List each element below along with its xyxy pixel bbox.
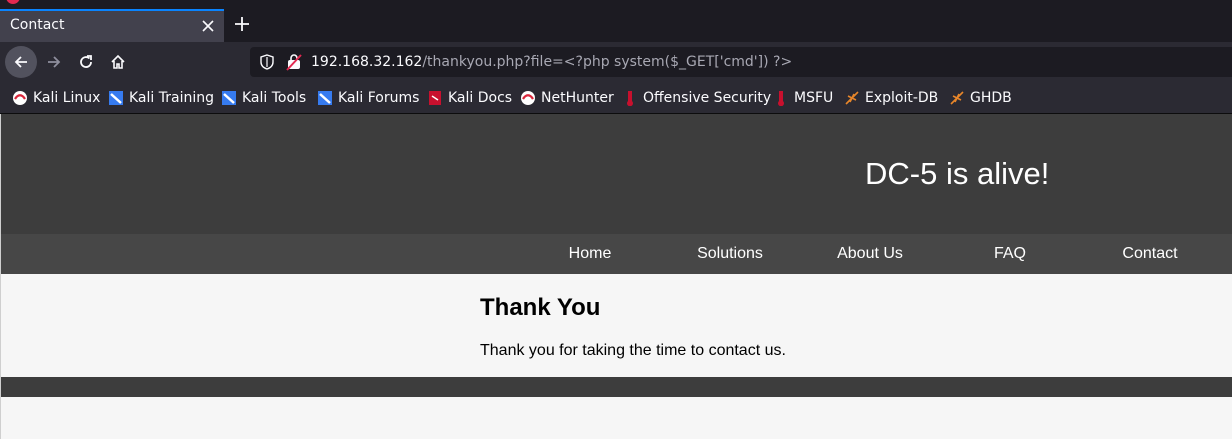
ghdb-icon bbox=[950, 91, 964, 105]
bookmark-label: Offensive Security bbox=[643, 90, 772, 106]
site-header: DC-5 is alive! bbox=[0, 114, 1232, 234]
bookmark-offensive-security[interactable]: Offensive Security bbox=[622, 89, 771, 107]
tab-strip: Contact bbox=[0, 0, 1232, 42]
thank-you-message: Thank you for taking the time to contact… bbox=[480, 342, 786, 359]
kali-training-icon bbox=[109, 91, 123, 105]
bookmark-msfu[interactable]: MSFU bbox=[773, 89, 833, 107]
page-heading: Thank You bbox=[480, 294, 601, 321]
bookmark-label: GHDB bbox=[970, 90, 1012, 106]
nav-link-faq[interactable]: FAQ bbox=[940, 245, 1080, 263]
bookmark-kali-docs[interactable]: Kali Docs bbox=[427, 89, 512, 107]
reload-icon bbox=[80, 55, 92, 68]
bookmark-kali-forums[interactable]: Kali Forums bbox=[317, 89, 419, 107]
bookmark-label: MSFU bbox=[794, 90, 834, 106]
url-path: /thankyou.php?file=<?php system($_GET['c… bbox=[422, 54, 793, 70]
nav-link-solutions[interactable]: Solutions bbox=[660, 245, 800, 263]
kali-forums-icon bbox=[318, 91, 332, 105]
window-close-dot[interactable] bbox=[6, 0, 20, 4]
kali-docs-icon bbox=[429, 91, 441, 105]
bookmark-label: NetHunter bbox=[541, 90, 614, 106]
bookmark-nethunter[interactable]: NetHunter bbox=[520, 89, 614, 107]
tab-contact[interactable]: Contact bbox=[0, 9, 224, 42]
bookmark-exploit-db[interactable]: Exploit-DB bbox=[844, 89, 938, 107]
nav-link-about-us[interactable]: About Us bbox=[800, 245, 940, 263]
url-host: 192.168.32.162 bbox=[311, 54, 423, 70]
url-text[interactable]: 192.168.32.162/thankyou.php?file=<?php s… bbox=[311, 54, 792, 70]
bookmark-label: Kali Linux bbox=[33, 90, 101, 106]
kali-icon bbox=[13, 91, 27, 105]
kali-tools-icon bbox=[222, 91, 236, 105]
back-button[interactable] bbox=[5, 46, 37, 78]
arrow-right-icon bbox=[48, 56, 61, 68]
url-bar[interactable]: 192.168.32.162/thankyou.php?file=<?php s… bbox=[250, 47, 1232, 77]
bookmark-label: Kali Docs bbox=[448, 90, 513, 106]
bookmark-label: Kali Forums bbox=[338, 90, 420, 106]
bookmark-label: Exploit-DB bbox=[865, 90, 939, 106]
home-icon bbox=[111, 54, 125, 69]
offsec-icon bbox=[627, 91, 633, 106]
bookmark-kali-linux[interactable]: Kali Linux bbox=[12, 89, 100, 107]
main-content: Thank You Thank you for taking the time … bbox=[0, 274, 1232, 377]
new-tab-plus-icon[interactable] bbox=[232, 14, 252, 34]
bookmark-ghdb[interactable]: GHDB bbox=[949, 89, 1012, 107]
bookmark-label: Kali Tools bbox=[242, 90, 307, 106]
bookmarks-toolbar: Kali Linux Kali Training Kali Tools Kali… bbox=[0, 82, 1232, 114]
bookmark-kali-tools[interactable]: Kali Tools bbox=[221, 89, 306, 107]
tracking-protection-shield-icon[interactable] bbox=[260, 54, 274, 70]
home-button[interactable] bbox=[102, 46, 134, 78]
footer-bar bbox=[0, 377, 1232, 397]
insecure-lock-icon[interactable] bbox=[286, 53, 302, 71]
bookmark-kali-training[interactable]: Kali Training bbox=[108, 89, 214, 107]
arrow-left-icon bbox=[14, 56, 27, 68]
forward-button[interactable] bbox=[38, 46, 70, 78]
reload-button[interactable] bbox=[70, 46, 102, 78]
tab-title: Contact bbox=[10, 17, 65, 33]
nav-link-contact[interactable]: Contact bbox=[1080, 245, 1220, 263]
close-icon[interactable] bbox=[200, 18, 216, 34]
bookmark-label: Kali Training bbox=[129, 90, 214, 106]
nethunter-icon bbox=[521, 91, 535, 105]
page-background bbox=[0, 397, 1232, 439]
msfu-icon bbox=[778, 91, 784, 106]
exploit-db-icon bbox=[845, 91, 859, 105]
viewport-edge bbox=[0, 114, 1, 439]
site-nav: Home Solutions About Us FAQ Contact bbox=[0, 234, 1232, 274]
nav-link-home[interactable]: Home bbox=[520, 245, 660, 263]
site-title: DC-5 is alive! bbox=[865, 156, 1050, 191]
